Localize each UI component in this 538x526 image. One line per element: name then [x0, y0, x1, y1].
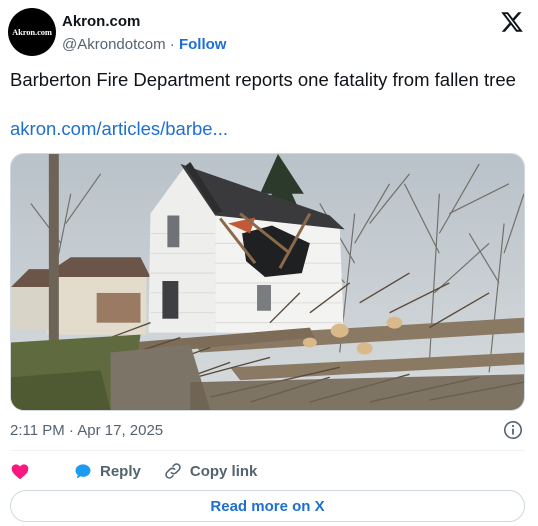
separator: · — [169, 36, 175, 53]
info-icon[interactable] — [503, 420, 523, 440]
x-logo-icon[interactable] — [500, 10, 524, 34]
reply-button[interactable]: Reply — [73, 461, 141, 481]
copy-link-button[interactable]: Copy link — [163, 461, 258, 481]
tweet-header: Akron.com Akron.com @Akrondotcom · Follo… — [8, 8, 530, 56]
photo-fallen-tree-house — [11, 154, 524, 410]
copy-link-label: Copy link — [189, 462, 258, 480]
article-link[interactable]: akron.com/articles/barbe... — [10, 118, 228, 140]
account-name[interactable]: Akron.com — [62, 13, 140, 30]
tweet-actions: Reply Copy link — [10, 460, 257, 482]
link-icon — [165, 463, 181, 479]
tweet-timestamp[interactable]: 2:11 PM · Apr 17, 2025 — [10, 422, 163, 439]
handle-row: @Akrondotcom · Follow — [62, 36, 226, 53]
avatar[interactable]: Akron.com — [8, 8, 56, 56]
reply-label: Reply — [100, 462, 141, 480]
tweet-text: Barberton Fire Department reports one fa… — [10, 69, 516, 90]
like-button[interactable] — [10, 461, 37, 481]
reply-bubble-icon — [75, 464, 91, 479]
divider — [10, 450, 525, 451]
avatar-logo-text: Akron.com — [12, 27, 52, 37]
follow-button[interactable]: Follow — [179, 36, 227, 53]
account-handle[interactable]: @Akrondotcom — [62, 36, 166, 53]
heart-icon — [11, 464, 29, 479]
tweet-photo[interactable] — [10, 153, 525, 411]
read-more-button[interactable]: Read more on X — [10, 490, 525, 522]
